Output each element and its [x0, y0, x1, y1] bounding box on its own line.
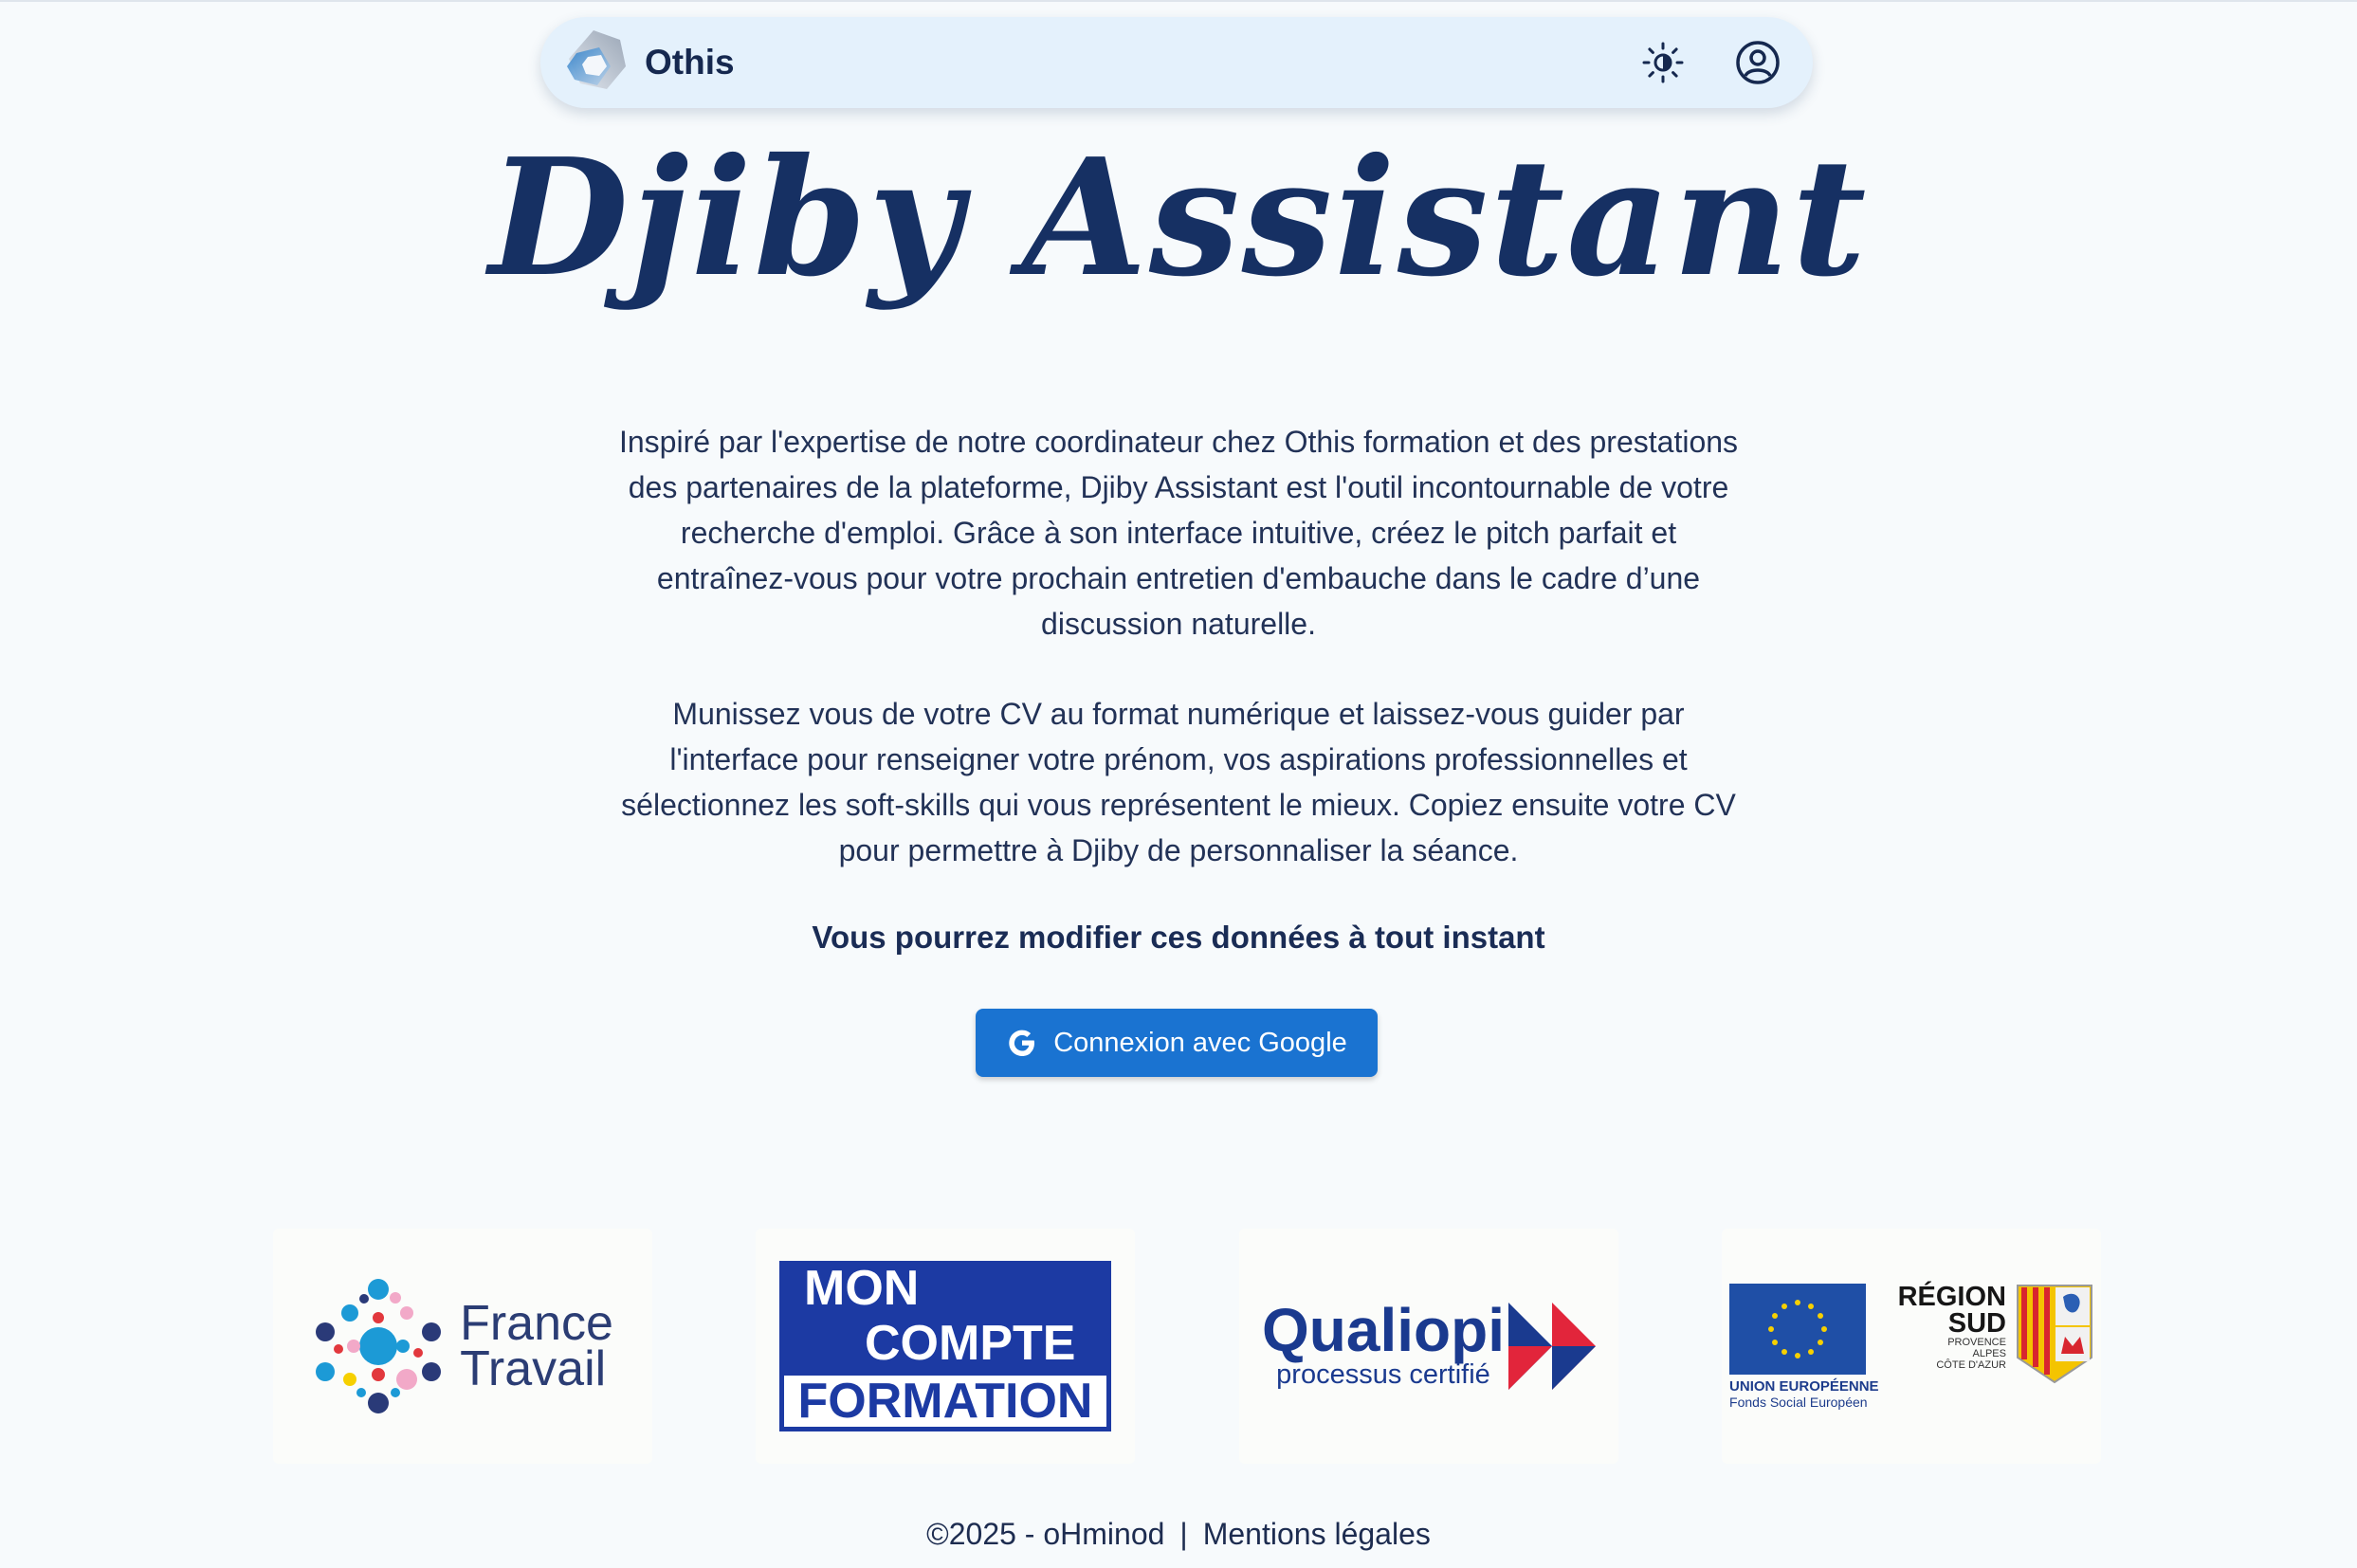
footer: ©2025 - oHminod | Mentions légales	[0, 1517, 2357, 1552]
france-travail-line-1: France	[460, 1296, 613, 1351]
brand-name: Othis	[645, 43, 735, 82]
google-icon	[1009, 1030, 1035, 1056]
france-travail-logo-icon	[316, 1279, 442, 1413]
qualiopi-arrows-icon	[1508, 1303, 1596, 1390]
france-travail-line-2: Travail	[460, 1341, 607, 1396]
region-title-1: RÉGION	[1897, 1281, 2006, 1312]
top-border	[0, 0, 2357, 2]
sun-icon	[1642, 42, 1684, 83]
mcf-line-3: FORMATION	[779, 1371, 1111, 1431]
partner-logo-mon-compte-formation: MON COMPTE FORMATION	[756, 1229, 1135, 1464]
qualiopi-subtitle: processus certifié	[1276, 1359, 1490, 1390]
mcf-line-2: COMPTE	[865, 1316, 1076, 1371]
mcf-line-1: MON	[804, 1261, 920, 1316]
brand-home-link[interactable]: Othis	[557, 25, 735, 100]
eu-label-1: UNION EUROPÉENNE	[1729, 1377, 1879, 1395]
region-sub-2: ALPES	[1972, 1347, 2006, 1359]
region-sub-1: PROVENCE	[1947, 1336, 2006, 1348]
google-login-button[interactable]: Connexion avec Google	[976, 1009, 1378, 1077]
eu-label-2: Fonds Social Européen	[1729, 1394, 1868, 1410]
region-sud-shield-icon	[2016, 1284, 2092, 1383]
eu-flag-icon	[1729, 1283, 1867, 1375]
region-sub-3: CÔTE D'AZUR	[1936, 1358, 2006, 1371]
nav-actions	[1636, 36, 1784, 89]
account-circle-icon	[1736, 41, 1780, 84]
page-title: Djiby Assistant	[488, 123, 1869, 313]
highlight-text: Vous pourrez modifier ces données à tout…	[812, 920, 1545, 955]
intro-paragraph-2: Munissez vous de votre CV au format numé…	[621, 697, 1736, 867]
partner-logo-france-travail: France Travail	[273, 1229, 652, 1464]
navbar: Othis	[540, 17, 1813, 108]
account-button[interactable]	[1731, 36, 1784, 89]
region-title-2: SUD	[1947, 1307, 2006, 1339]
qualiopi-title: Qualiopi	[1262, 1296, 1505, 1364]
partner-logo-qualiopi: Qualiopi processus certifié	[1239, 1229, 1618, 1464]
footer-separator: |	[1179, 1517, 1188, 1551]
google-button-label: Connexion avec Google	[1053, 1027, 1347, 1058]
othis-logo-icon	[567, 30, 626, 89]
partner-logo-eu-region-sud: UNION EUROPÉENNE Fonds Social Européen R…	[1722, 1229, 2101, 1464]
theme-toggle-button[interactable]	[1636, 36, 1690, 89]
copyright-text: ©2025 - oHminod	[926, 1517, 1165, 1551]
intro-paragraph-1: Inspiré par l'expertise de notre coordin…	[618, 425, 1739, 641]
legal-notice-link[interactable]: Mentions légales	[1203, 1517, 1431, 1551]
